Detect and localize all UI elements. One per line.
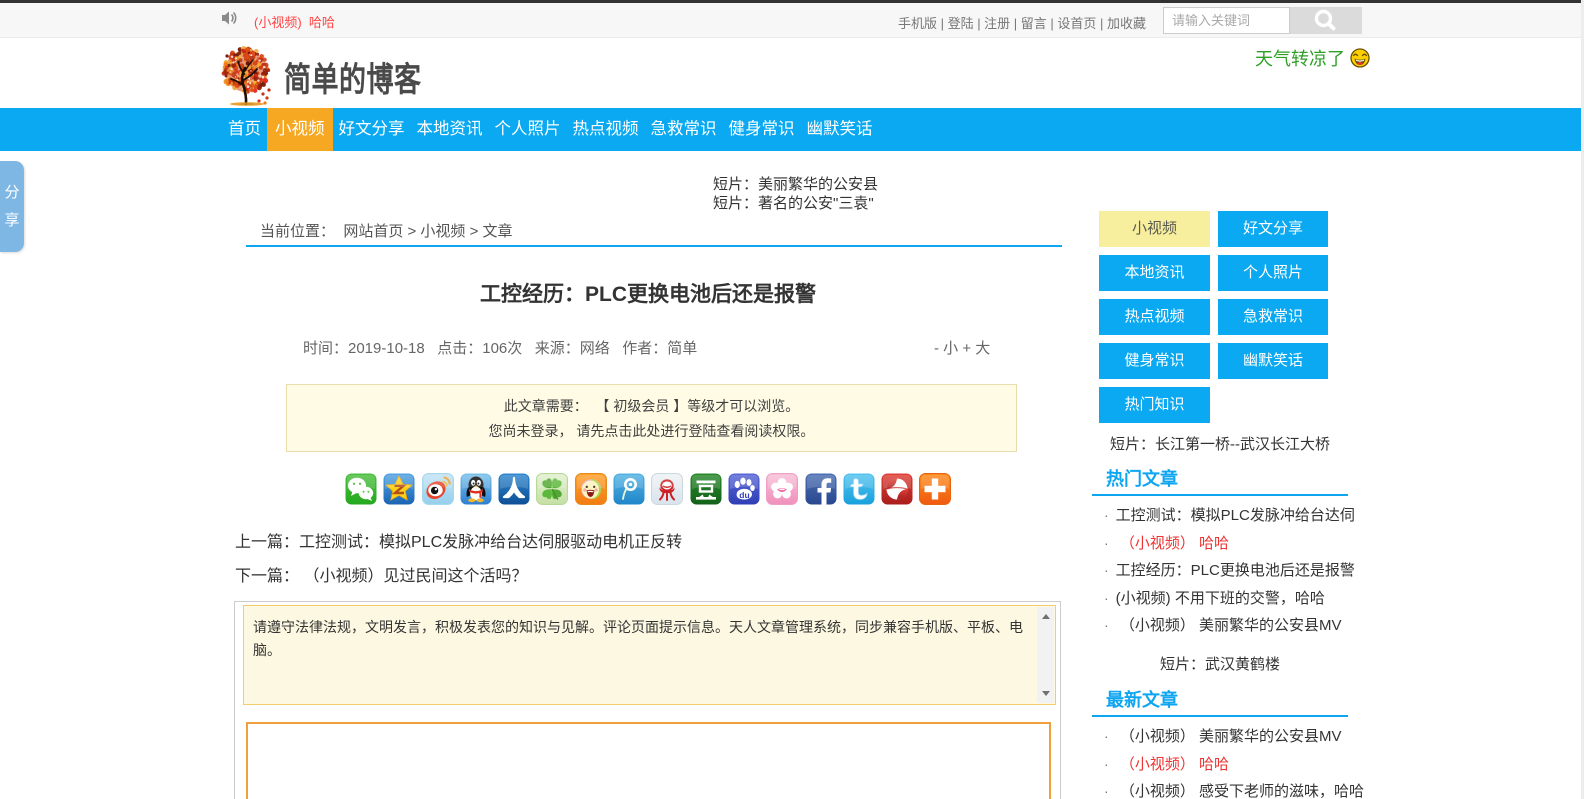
svg-text:du: du: [739, 490, 749, 500]
